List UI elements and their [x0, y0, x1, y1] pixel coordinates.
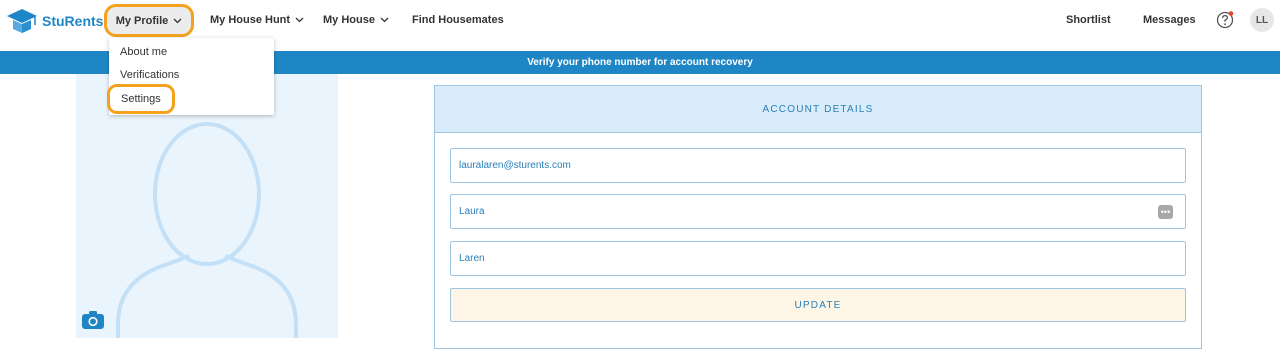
account-details-heading: ACCOUNT DETAILS [435, 86, 1201, 133]
nav-my-house[interactable]: My House [323, 0, 389, 40]
dropdown-item-settings[interactable]: Settings [107, 84, 175, 114]
nav-messages[interactable]: Messages [1143, 0, 1196, 40]
nav-shortlist[interactable]: Shortlist [1066, 0, 1111, 40]
account-details-panel: ACCOUNT DETAILS lauralaren@sturents.com … [434, 85, 1202, 349]
camera-icon[interactable] [81, 310, 105, 330]
dropdown-item-about-me[interactable]: About me [120, 46, 167, 58]
first-name-value: Laura [459, 206, 485, 217]
nav-my-profile-label: My Profile [115, 14, 169, 27]
update-button[interactable]: UPDATE [450, 288, 1186, 322]
sturents-logo[interactable]: StuRents [6, 6, 103, 36]
brand-name: StuRents [42, 13, 104, 29]
nav-my-house-label: My House [323, 14, 375, 26]
top-navigation: StuRents My Profile My House Hunt My Hou… [0, 0, 1280, 40]
graduation-cap-logo-icon [7, 9, 37, 33]
avatar[interactable]: LL [1250, 8, 1274, 32]
password-manager-icon[interactable]: ••• [1158, 205, 1173, 219]
email-value: lauralaren@sturents.com [459, 160, 571, 171]
nav-my-profile[interactable]: My Profile [104, 4, 194, 37]
chevron-down-icon [173, 18, 182, 23]
nav-my-house-hunt[interactable]: My House Hunt [210, 0, 304, 40]
last-name-field[interactable]: Laren [450, 241, 1186, 276]
email-field[interactable]: lauralaren@sturents.com [450, 148, 1186, 183]
chevron-down-icon [295, 17, 304, 23]
first-name-field[interactable]: Laura ••• [450, 194, 1186, 229]
nav-my-house-hunt-label: My House Hunt [210, 14, 291, 26]
chevron-down-icon [380, 17, 389, 23]
notification-dot-icon [1228, 11, 1234, 16]
last-name-value: Laren [459, 253, 485, 264]
dropdown-item-verifications[interactable]: Verifications [120, 69, 179, 81]
nav-find-housemates[interactable]: Find Housemates [412, 0, 504, 40]
help-icon[interactable] [1216, 11, 1234, 29]
